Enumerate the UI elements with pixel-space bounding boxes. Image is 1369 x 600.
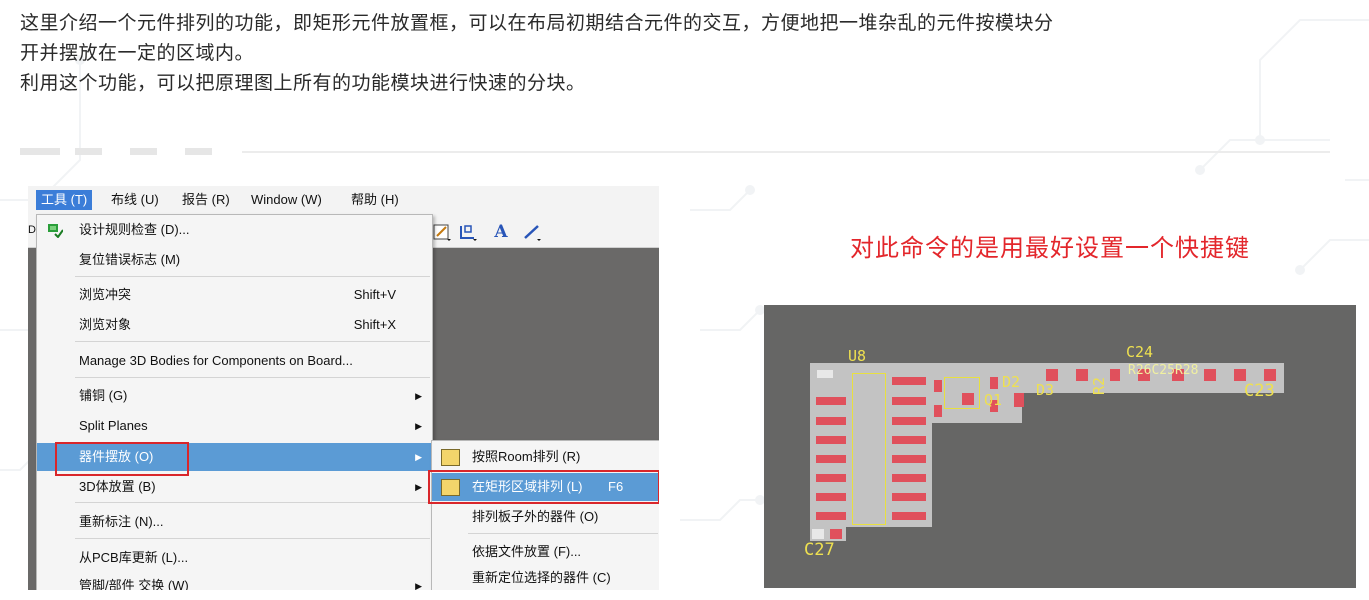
menu-label: Manage 3D Bodies for Components on Board… — [79, 353, 353, 368]
submenu-arrow-icon: ▶ — [415, 391, 422, 401]
label-d2: D2 — [1002, 373, 1021, 391]
menu-label: 铺铜 (G) — [79, 388, 128, 403]
submenu-item-place-from-file[interactable]: 依据文件放置 (F)... — [432, 539, 659, 565]
caption: 对此命令的是用最好设置一个快捷键 — [850, 234, 1250, 262]
menubar-reports[interactable]: 报告 (R) — [177, 190, 235, 210]
annotation-box-arrange-rectangle — [428, 470, 659, 504]
menu-label: 3D体放置 (B) — [79, 479, 156, 494]
submenu-item-arrange-outside-board[interactable]: 排列板子外的器件 (O) — [432, 504, 659, 530]
tools-menu: 设计规则检查 (D)... 复位错误标志 (M) 浏览冲突 Shift+V 浏览… — [36, 214, 433, 590]
menu-label: 重新标注 (N)... — [79, 514, 164, 529]
menu-label: 管脚/部件 交换 (W) — [79, 578, 189, 590]
submenu-label: 按照Room排列 (R) — [472, 449, 581, 464]
submenu-arrow-icon: ▶ — [415, 581, 422, 590]
arrange-room-icon — [441, 449, 460, 466]
menu-screenshot: 工具 (T) 布线 (U) 报告 (R) Window (W) 帮助 (H) D… — [28, 186, 659, 590]
label-d3: D3 — [1036, 381, 1055, 399]
menu-item-design-rule-check[interactable]: 设计规则检查 (D)... — [37, 217, 432, 243]
menu-item-pin-part-swapping[interactable]: 管脚/部件 交换 (W) ▶ — [37, 573, 432, 590]
menu-label: 复位错误标志 (M) — [79, 252, 181, 267]
menubar-tools[interactable]: 工具 (T) — [36, 190, 93, 210]
intro-line-1: 这里介绍一个元件排列的功能，即矩形元件放置框，可以在布局初期结合元件的交互，方便… — [20, 12, 1054, 34]
submenu-label: 重新定位选择的器件 (C) — [472, 570, 611, 585]
intro-line-2: 开并摆放在一定的区域内。 — [20, 42, 255, 64]
partial-label: D — [28, 224, 36, 236]
insert-icon[interactable] — [458, 222, 478, 242]
menu-item-3d-body-placement[interactable]: 3D体放置 (B) ▶ — [37, 474, 432, 500]
menu-label: 浏览冲突 — [79, 287, 132, 302]
submenu-label: 依据文件放置 (F)... — [472, 544, 582, 559]
line-icon[interactable] — [522, 222, 542, 242]
text-A-icon[interactable]: A — [491, 222, 511, 242]
submenu-arrow-icon: ▶ — [415, 421, 422, 431]
submenu-item-reposition-selected[interactable]: 重新定位选择的器件 (C) — [432, 565, 659, 590]
pencil-icon[interactable] — [432, 222, 452, 242]
label-c23: C23 — [1244, 381, 1275, 401]
label-c27: C27 — [804, 540, 835, 560]
menubar-window[interactable]: Window (W) — [246, 190, 327, 210]
menu-label: Split Planes — [79, 418, 148, 433]
menu-shortcut: Shift+V — [353, 287, 396, 302]
rule-check-icon — [48, 224, 63, 238]
menu-shortcut: Shift+X — [353, 317, 396, 332]
menu-item-browse-objects[interactable]: 浏览对象 Shift+X — [37, 312, 432, 338]
menu-item-browse-violations[interactable]: 浏览冲突 Shift+V — [37, 282, 432, 308]
submenu-label: 排列板子外的器件 (O) — [472, 509, 599, 524]
menu-item-update-from-pcb-library[interactable]: 从PCB库更新 (L)... — [37, 545, 432, 571]
intro-text: 这里介绍一个元件排列的功能，即矩形元件放置框，可以在布局初期结合元件的交互，方便… — [20, 8, 1054, 98]
pcb-layout-image: U8 C24 C23 C27 D2 Q1 D3 R2 R26C25R28 — [764, 305, 1356, 588]
menu-label: 设计规则检查 (D)... — [79, 222, 190, 237]
menubar-help[interactable]: 帮助 (H) — [346, 190, 404, 210]
label-c24: C24 — [1126, 343, 1154, 361]
label-q1: Q1 — [984, 391, 1003, 409]
menubar-route[interactable]: 布线 (U) — [106, 190, 164, 210]
section-divider — [20, 148, 1330, 156]
menu-item-manage-3d-bodies[interactable]: Manage 3D Bodies for Components on Board… — [37, 348, 432, 374]
menu-label: 从PCB库更新 (L)... — [79, 550, 189, 565]
intro-line-3: 利用这个功能，可以把原理图上所有的功能模块进行快速的分块。 — [20, 72, 586, 94]
menu-item-reannotate[interactable]: 重新标注 (N)... — [37, 509, 432, 535]
menubar: 工具 (T) 布线 (U) 报告 (R) Window (W) 帮助 (H) — [28, 186, 659, 214]
submenu-arrow-icon: ▶ — [415, 452, 422, 462]
component-placement-submenu: 按照Room排列 (R) 在矩形区域排列 (L) F6 排列板子外的器件 (O)… — [431, 440, 659, 590]
menu-item-polygon-pours[interactable]: 铺铜 (G) ▶ — [37, 383, 432, 409]
label-component-row: R26C25R28 — [1128, 363, 1199, 378]
label-u8: U8 — [848, 347, 867, 365]
submenu-item-arrange-within-room[interactable]: 按照Room排列 (R) — [432, 444, 659, 470]
menu-item-reset-error-markers[interactable]: 复位错误标志 (M) — [37, 247, 432, 273]
submenu-arrow-icon: ▶ — [415, 482, 422, 492]
menu-item-split-planes[interactable]: Split Planes ▶ — [37, 413, 432, 439]
menu-label: 浏览对象 — [79, 317, 132, 332]
label-r2: R2 — [1090, 376, 1109, 396]
annotation-box-component-placement — [55, 442, 189, 476]
